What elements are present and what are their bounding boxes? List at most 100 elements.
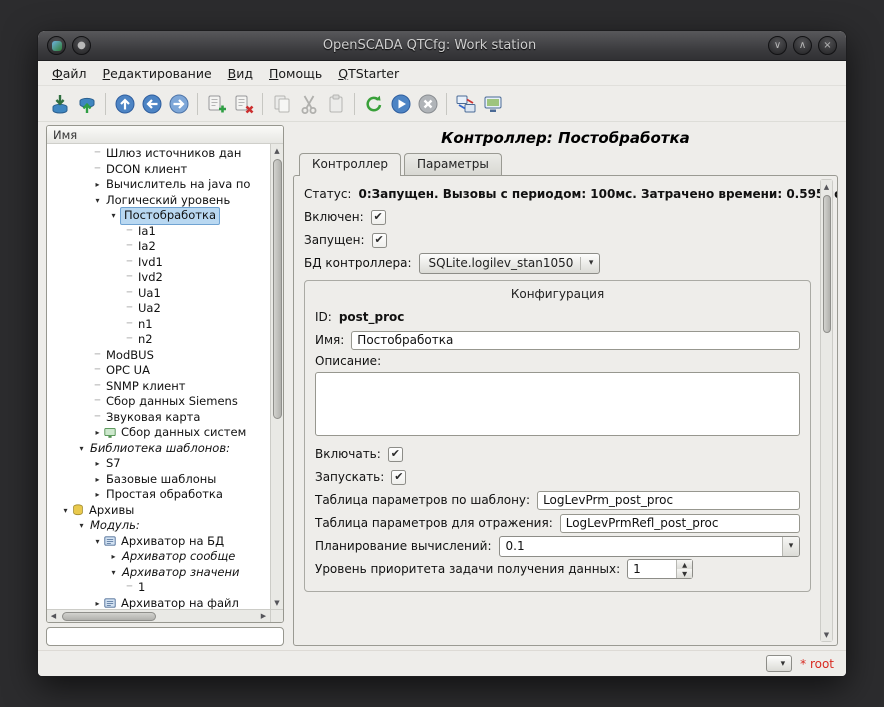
reload-icon[interactable] [360, 90, 387, 117]
chevron-down-icon[interactable] [782, 537, 799, 556]
tree-item[interactable]: ▾Модуль: [47, 518, 270, 534]
tree-item[interactable]: ▸Вычислитель на java по [47, 177, 270, 193]
expand-arrow-icon[interactable]: ▸ [91, 177, 104, 193]
menu-help[interactable]: Помощь [261, 63, 330, 84]
tree-item[interactable]: ▸Простая обработка [47, 487, 270, 503]
table-template-input[interactable] [537, 491, 800, 510]
tree-hscroll-thumb[interactable] [62, 612, 156, 621]
collapse-arrow-icon[interactable]: ▾ [107, 208, 120, 224]
schedule-combobox[interactable] [499, 536, 801, 557]
tree-item[interactable]: ─SNMP клиент [47, 379, 270, 395]
start-icon[interactable] [387, 90, 414, 117]
tree-item[interactable]: ─ModBUS [47, 348, 270, 364]
table-reflect-input[interactable] [560, 514, 800, 533]
copy-icon[interactable] [268, 90, 295, 117]
content-scroll-up-icon[interactable]: ▲ [821, 180, 832, 193]
db-combobox[interactable]: SQLite.logilev_stan1050 [419, 253, 601, 274]
tree-item[interactable]: ─1 [47, 580, 270, 596]
tree-item[interactable]: ▾Постобработка [47, 208, 270, 224]
tree-item[interactable]: ▾Архиватор значени [47, 565, 270, 581]
close-button[interactable]: × [818, 36, 837, 55]
tree-hscrollbar[interactable]: ◀ ▶ [47, 609, 270, 622]
collapse-arrow-icon[interactable]: ▾ [107, 565, 120, 581]
content-vscrollbar[interactable]: ▲ ▼ [820, 179, 833, 642]
tree-item[interactable]: ▾Логический уровень [47, 193, 270, 209]
enabled-checkbox[interactable] [371, 210, 386, 225]
descr-textarea[interactable] [315, 372, 800, 436]
db-load-icon[interactable] [46, 90, 73, 117]
expand-arrow-icon[interactable]: ▸ [91, 472, 104, 488]
minimize-button[interactable]: ∨ [768, 36, 787, 55]
expand-arrow-icon[interactable]: ▸ [91, 487, 104, 503]
paste-icon[interactable] [322, 90, 349, 117]
collapse-arrow-icon[interactable]: ▾ [59, 503, 72, 519]
tree-item[interactable]: ▾Архиватор на БД [47, 534, 270, 550]
tree-item[interactable]: ─Ia1 [47, 224, 270, 240]
content-scroll-down-icon[interactable]: ▼ [821, 628, 832, 641]
tree-item[interactable]: ▸Базовые шаблоны [47, 472, 270, 488]
tree-item[interactable]: ─n2 [47, 332, 270, 348]
expand-arrow-icon[interactable]: ▸ [107, 549, 120, 565]
priority-input[interactable] [628, 562, 675, 576]
menu-view[interactable]: Вид [220, 63, 261, 84]
scroll-down-icon[interactable]: ▼ [271, 596, 283, 609]
tree-item[interactable]: ─Сбор данных Siemens [47, 394, 270, 410]
collapse-arrow-icon[interactable]: ▾ [75, 441, 88, 457]
spin-buttons[interactable]: ▲▼ [676, 560, 692, 578]
back-icon[interactable] [138, 90, 165, 117]
tree-search-input[interactable] [46, 627, 284, 646]
scroll-right-icon[interactable]: ▶ [257, 610, 270, 622]
priority-spinbox[interactable]: ▲▼ [627, 559, 693, 579]
spin-up-icon[interactable]: ▲ [677, 560, 692, 569]
collapse-arrow-icon[interactable]: ▾ [91, 534, 104, 550]
pin-button[interactable]: ● [72, 36, 91, 55]
tree-item[interactable]: ▸Архиватор сообще [47, 549, 270, 565]
item-del-icon[interactable] [230, 90, 257, 117]
tree-item[interactable]: ▸Сбор данных систем [47, 425, 270, 441]
tree-item[interactable]: ─Ia2 [47, 239, 270, 255]
up-icon[interactable] [111, 90, 138, 117]
expand-arrow-icon[interactable]: ▸ [91, 596, 104, 610]
vision-window-icon[interactable] [479, 90, 506, 117]
expand-arrow-icon[interactable]: ▸ [91, 456, 104, 472]
tree-item[interactable]: ─DCON клиент [47, 162, 270, 178]
scroll-left-icon[interactable]: ◀ [47, 610, 60, 622]
stop-icon[interactable] [414, 90, 441, 117]
tree-item[interactable]: ▾Библиотека шаблонов: [47, 441, 270, 457]
menu-file[interactable]: Файл [44, 63, 95, 84]
tree-item[interactable]: ▸Архиватор на файл [47, 596, 270, 610]
tree-item[interactable]: ─n1 [47, 317, 270, 333]
menu-qtstarter[interactable]: QTStarter [330, 63, 407, 84]
tab-controller[interactable]: Контроллер [299, 153, 401, 176]
tree-item[interactable]: ▸S7 [47, 456, 270, 472]
running-checkbox[interactable] [372, 233, 387, 248]
menu-edit[interactable]: Редактирование [95, 63, 220, 84]
item-add-icon[interactable] [203, 90, 230, 117]
cut-icon[interactable] [295, 90, 322, 117]
tree-item[interactable]: ─Ivd2 [47, 270, 270, 286]
tree-vscrollbar[interactable]: ▲ ▼ [270, 144, 283, 609]
tree-item[interactable]: ─Звуковая карта [47, 410, 270, 426]
tree-item[interactable]: ─Ua1 [47, 286, 270, 302]
spin-down-icon[interactable]: ▼ [677, 569, 692, 578]
tree-item[interactable]: ─Шлюз источников дан [47, 146, 270, 162]
to-start-checkbox[interactable] [391, 470, 406, 485]
db-save-icon[interactable] [73, 90, 100, 117]
name-input[interactable] [351, 331, 800, 350]
scroll-up-icon[interactable]: ▲ [271, 144, 283, 157]
tab-parameters[interactable]: Параметры [404, 153, 502, 175]
config-window-icon[interactable] [452, 90, 479, 117]
forward-icon[interactable] [165, 90, 192, 117]
tree-item[interactable]: ▾Архивы [47, 503, 270, 519]
tree-item[interactable]: ─Ivd1 [47, 255, 270, 271]
tree-vscroll-thumb[interactable] [273, 159, 282, 419]
collapse-arrow-icon[interactable]: ▾ [75, 518, 88, 534]
content-vscroll-thumb[interactable] [823, 195, 831, 333]
splitter[interactable] [284, 125, 293, 646]
window-menu-button[interactable] [47, 36, 66, 55]
tree-item[interactable]: ─Ua2 [47, 301, 270, 317]
collapse-arrow-icon[interactable]: ▾ [91, 193, 104, 209]
to-enable-checkbox[interactable] [388, 447, 403, 462]
status-combobox[interactable] [766, 655, 792, 672]
tree-item[interactable]: ─OPC UA [47, 363, 270, 379]
